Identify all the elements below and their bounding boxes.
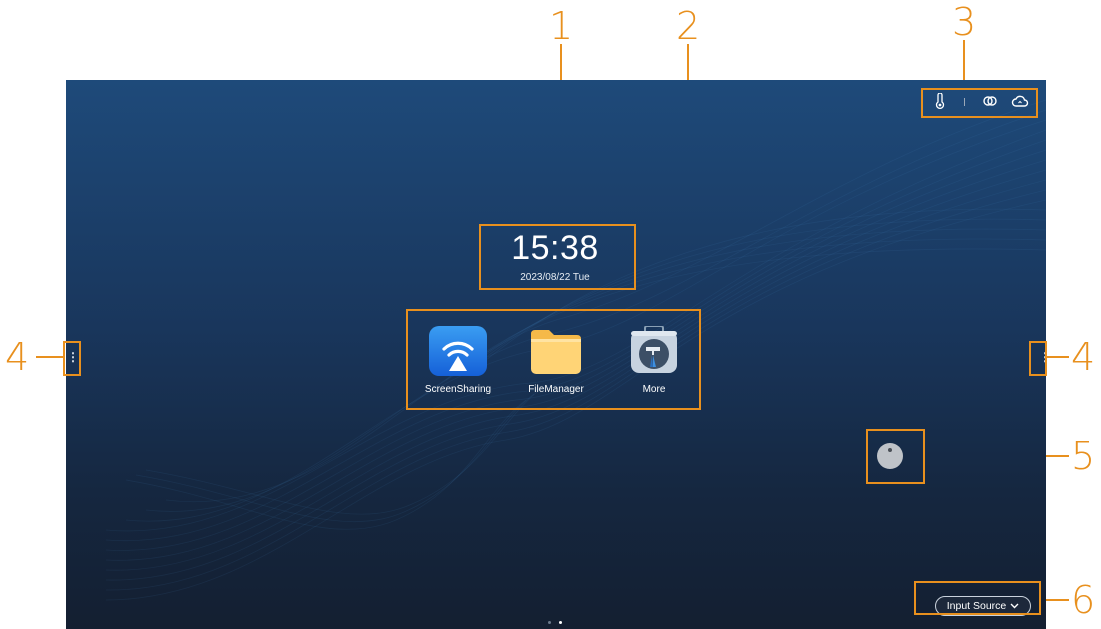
callout-4-right: 4 bbox=[1071, 335, 1096, 379]
callout-4-left-line bbox=[36, 356, 64, 358]
callout-5-box bbox=[866, 429, 925, 484]
callout-2-box bbox=[406, 309, 701, 410]
callout-6-box bbox=[914, 581, 1041, 615]
callout-4-left-box bbox=[63, 341, 81, 376]
callout-2: 2 bbox=[676, 4, 701, 48]
callout-4-left: 4 bbox=[5, 335, 30, 379]
callout-4-right-box bbox=[1029, 341, 1047, 376]
callout-5: 5 bbox=[1071, 434, 1096, 478]
page-indicator-dot-2[interactable] bbox=[559, 621, 562, 624]
callout-6: 6 bbox=[1071, 578, 1096, 622]
callout-1-box bbox=[479, 224, 636, 290]
callout-1: 1 bbox=[549, 4, 574, 48]
callout-3: 3 bbox=[952, 0, 977, 44]
callout-4-right-line bbox=[1045, 356, 1069, 358]
page-indicator-dot-1[interactable] bbox=[548, 621, 551, 624]
callout-3-box bbox=[921, 88, 1038, 118]
